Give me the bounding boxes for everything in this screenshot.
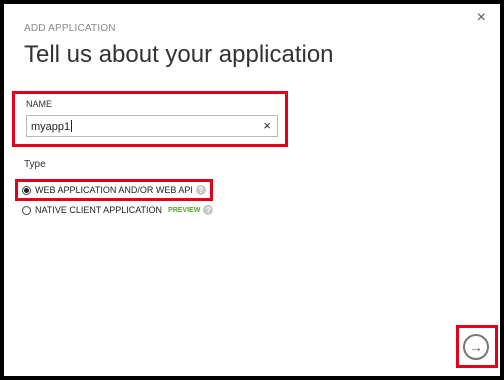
- dialog-title: Tell us about your application: [24, 41, 334, 68]
- option-native-client-label: NATIVE CLIENT APPLICATION: [35, 205, 163, 215]
- dialog-subtitle: ADD APPLICATION: [24, 23, 116, 34]
- help-icon[interactable]: ?: [203, 205, 214, 215]
- close-icon[interactable]: ×: [477, 10, 486, 26]
- highlight-box-name: [12, 91, 288, 147]
- option-native-client[interactable]: NATIVE CLIENT APPLICATION PREVIEW ?: [22, 203, 214, 217]
- highlight-box-web-option: [15, 179, 213, 201]
- add-application-dialog: × ADD APPLICATION Tell us about your app…: [4, 4, 500, 376]
- preview-badge: PREVIEW: [168, 206, 201, 214]
- radio-native-client[interactable]: [22, 205, 31, 215]
- highlight-box-next: [456, 325, 498, 368]
- type-label: Type: [24, 159, 46, 170]
